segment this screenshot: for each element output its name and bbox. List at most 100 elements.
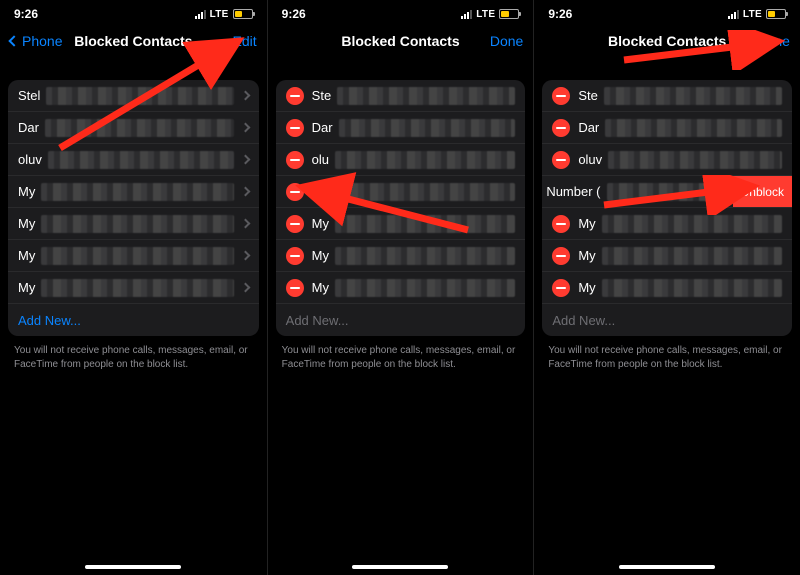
add-new-button[interactable]: Add New... [276,304,526,336]
list-item[interactable]: My [8,208,259,240]
page-title: Blocked Contacts [341,33,459,49]
status-bar: 9:26 LTE [0,0,267,24]
list-item[interactable]: olu [276,144,526,176]
list-item[interactable] [276,176,526,208]
chevron-right-icon [240,283,250,293]
list-item[interactable]: Ste [542,80,792,112]
delete-icon[interactable] [552,279,570,297]
list-item[interactable]: My [8,240,259,272]
unblock-label: Unblock [741,185,784,199]
list-item[interactable]: My [8,176,259,208]
battery-icon [766,9,786,19]
chevron-right-icon [240,187,250,197]
list-item[interactable]: My [276,240,526,272]
network-label: LTE [210,9,229,20]
status-time: 9:26 [282,7,306,21]
list-item[interactable]: Dar [276,112,526,144]
delete-icon[interactable] [552,119,570,137]
nav-bar: Blocked Contacts Done [534,24,800,60]
footer-text: You will not receive phone calls, messag… [0,336,267,379]
status-right: LTE [728,9,786,20]
redacted-text [335,151,515,169]
redacted-text [46,87,233,105]
delete-icon[interactable] [552,151,570,169]
redacted-text [608,151,782,169]
battery-icon [233,9,253,19]
redacted-text [602,247,782,265]
delete-icon[interactable] [286,247,304,265]
chevron-left-icon [8,35,19,46]
footer-text: You will not receive phone calls, messag… [268,336,534,379]
chevron-right-icon [240,219,250,229]
list-item[interactable]: My [276,272,526,304]
home-indicator[interactable] [85,565,181,569]
delete-icon[interactable] [552,247,570,265]
panel-1: 9:26 LTE Phone Blocked Contacts Edit Ste… [0,0,267,575]
signal-icon [728,10,739,19]
list-item[interactable]: oluv [542,144,792,176]
delete-icon[interactable] [286,87,304,105]
redacted-text [48,151,234,169]
status-bar: 9:26 LTE [268,0,534,24]
list-item[interactable]: My [276,208,526,240]
edit-label: Edit [233,33,257,49]
add-new-label: Add New... [286,313,349,328]
redacted-text [335,215,515,233]
delete-icon[interactable] [286,119,304,137]
unblock-button[interactable]: Unblock [733,176,792,207]
redacted-text [339,119,516,137]
blocked-list-edit: Ste Dar olu My My My Add New... [276,80,526,336]
list-item[interactable]: My [542,240,792,272]
redacted-text [337,87,515,105]
list-item[interactable]: My [8,272,259,304]
list-item[interactable]: Dar [542,112,792,144]
signal-icon [461,10,472,19]
redacted-text [602,279,782,297]
blocked-list: Stel Dar oluv My My My My Add New... [8,80,259,336]
signal-icon [195,10,206,19]
status-time: 9:26 [548,7,572,21]
panel-3: 9:26 LTE Blocked Contacts Done Ste Dar o… [533,0,800,575]
redacted-text [318,183,516,201]
page-title: Blocked Contacts [608,33,726,49]
redacted-text [45,119,234,137]
done-label: Done [757,33,790,49]
redacted-text [335,279,515,297]
list-item[interactable]: My [542,272,792,304]
add-new-label: Add New... [552,313,615,328]
add-new-button[interactable]: Add New... [542,304,792,336]
delete-icon[interactable] [552,215,570,233]
chevron-right-icon [240,91,250,101]
footer-text: You will not receive phone calls, messag… [534,336,800,379]
add-new-label: Add New... [18,313,81,328]
delete-icon[interactable] [286,215,304,233]
home-indicator[interactable] [352,565,448,569]
status-bar: 9:26 LTE [534,0,800,24]
list-item[interactable]: My [542,208,792,240]
chevron-right-icon [240,155,250,165]
add-new-button[interactable]: Add New... [8,304,259,336]
delete-icon[interactable] [286,151,304,169]
redacted-text [602,215,782,233]
done-label: Done [490,33,523,49]
delete-icon[interactable] [286,183,304,201]
page-title: Blocked Contacts [74,33,192,49]
delete-icon[interactable] [552,87,570,105]
list-item[interactable]: Ste [276,80,526,112]
delete-icon[interactable] [286,279,304,297]
battery-icon [499,9,519,19]
redacted-text [41,247,233,265]
edit-button[interactable]: Edit [197,33,257,49]
list-item[interactable]: oluv [8,144,259,176]
list-item[interactable]: Dar [8,112,259,144]
done-button[interactable]: Done [463,33,523,49]
blocked-list-edit: Ste Dar oluv Number ( Unblock My My My A… [542,80,792,336]
status-time: 9:26 [14,7,38,21]
nav-bar: Blocked Contacts Done [268,24,534,60]
home-indicator[interactable] [619,565,715,569]
done-button[interactable]: Done [730,33,790,49]
redacted-text [41,215,233,233]
list-item-swiped[interactable]: Number ( Unblock [542,176,792,208]
list-item[interactable]: Stel [8,80,259,112]
back-button[interactable]: Phone [10,33,70,49]
